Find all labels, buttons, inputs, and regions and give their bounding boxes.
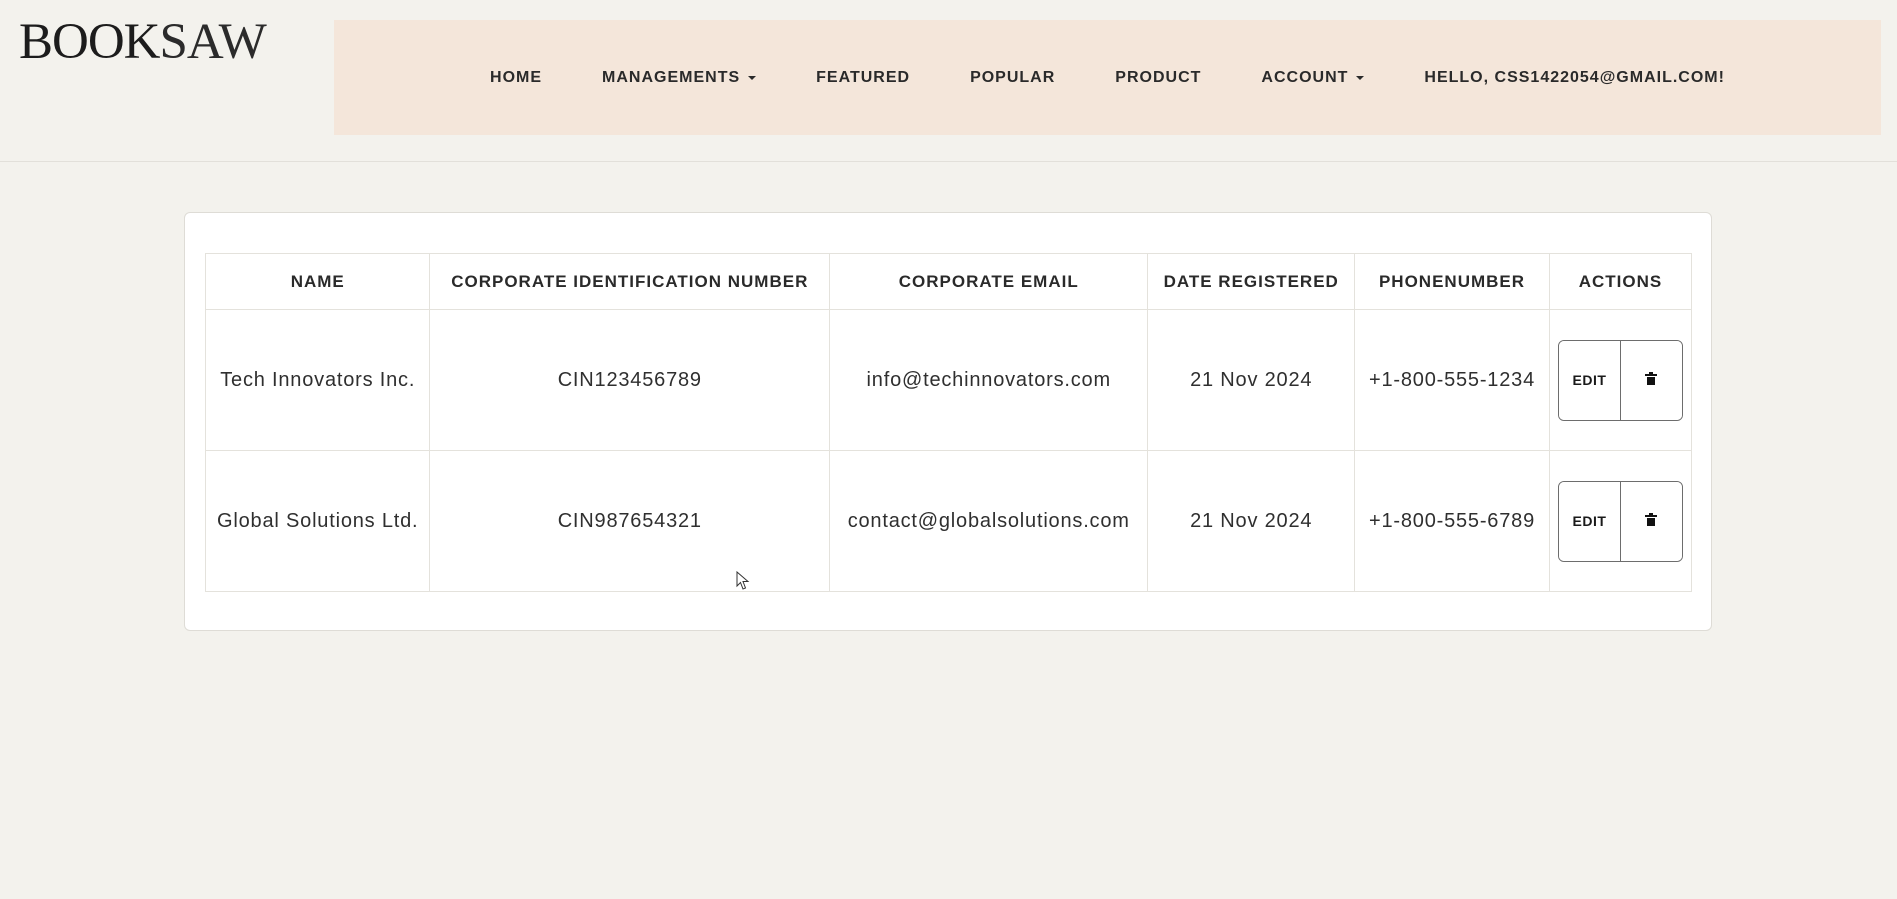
nav-item-product[interactable]: PRODUCT bbox=[1085, 69, 1231, 87]
edit-button[interactable]: EDIT bbox=[1558, 481, 1621, 561]
cell-actions: EDIT bbox=[1548, 309, 1693, 451]
nav-item-label: ACCOUNT bbox=[1261, 68, 1349, 86]
nav-item-popular[interactable]: POPULAR bbox=[940, 69, 1085, 87]
table-body: Tech Innovators Inc. CIN123456789 info@t… bbox=[204, 309, 1693, 592]
main-navbar: HOME MANAGEMENTS FEATURED POPULAR PRODUC… bbox=[334, 20, 1881, 135]
nav-item-label: FEATURED bbox=[816, 68, 911, 86]
table-header-row: NAME CORPORATE IDENTIFICATION NUMBER COR… bbox=[204, 253, 1693, 310]
nav-item-label: PRODUCT bbox=[1115, 68, 1202, 86]
header-phone-number: PHONENUMBER bbox=[1354, 253, 1550, 310]
row-action-buttons: EDIT bbox=[1557, 339, 1683, 421]
nav-item-account[interactable]: ACCOUNT bbox=[1231, 69, 1394, 87]
cell-name: Tech Innovators Inc. bbox=[204, 309, 431, 451]
corporate-table: NAME CORPORATE IDENTIFICATION NUMBER COR… bbox=[204, 253, 1693, 592]
caret-down-icon bbox=[748, 75, 757, 80]
booksaw-logo[interactable]: BOOKSAW bbox=[19, 14, 267, 70]
cell-name: Global Solutions Ltd. bbox=[204, 450, 431, 592]
row-action-buttons: EDIT bbox=[1557, 480, 1683, 562]
header-email: CORPORATE EMAIL bbox=[829, 253, 1149, 310]
header-name: NAME bbox=[204, 253, 431, 310]
edit-button[interactable]: EDIT bbox=[1558, 340, 1621, 420]
table-header: NAME CORPORATE IDENTIFICATION NUMBER COR… bbox=[204, 253, 1693, 310]
trash-icon bbox=[1645, 513, 1658, 526]
mouse-pointer-svg bbox=[736, 570, 750, 590]
cell-phone: +1-800-555-1234 bbox=[1354, 309, 1550, 451]
cell-cin: CIN123456789 bbox=[429, 309, 831, 451]
caret-down-icon bbox=[1356, 75, 1365, 80]
trash-icon bbox=[1645, 372, 1658, 385]
table-row: Tech Innovators Inc. CIN123456789 info@t… bbox=[204, 309, 1693, 451]
header-date-registered: DATE REGISTERED bbox=[1147, 253, 1356, 310]
delete-button[interactable] bbox=[1620, 340, 1682, 420]
header-actions: ACTIONS bbox=[1548, 253, 1693, 310]
nav-item-managements[interactable]: MANAGEMENTS bbox=[572, 69, 786, 87]
cell-email: info@techinnovators.com bbox=[829, 309, 1149, 451]
cell-date: 21 Nov 2024 bbox=[1147, 309, 1356, 451]
nav-item-label: POPULAR bbox=[970, 68, 1056, 86]
nav-item-featured[interactable]: FEATURED bbox=[786, 69, 940, 87]
corporate-table-card: NAME CORPORATE IDENTIFICATION NUMBER COR… bbox=[184, 212, 1712, 631]
logo-text-book: BOOK bbox=[19, 14, 161, 70]
nav-item-label: HELLO, CSS1422054@GMAIL.COM! bbox=[1424, 68, 1725, 86]
cell-email: contact@globalsolutions.com bbox=[829, 450, 1149, 592]
nav-item-home[interactable]: HOME bbox=[460, 69, 572, 87]
nav-item-label: HOME bbox=[490, 68, 543, 86]
nav-items: HOME MANAGEMENTS FEATURED POPULAR PRODUC… bbox=[334, 20, 1881, 135]
cell-phone: +1-800-555-6789 bbox=[1354, 450, 1550, 592]
cell-actions: EDIT bbox=[1548, 450, 1693, 592]
table-row: Global Solutions Ltd. CIN987654321 conta… bbox=[204, 450, 1693, 592]
logo-text-saw: SAW bbox=[159, 14, 267, 70]
nav-item-label: MANAGEMENTS bbox=[602, 68, 741, 86]
header-cin: CORPORATE IDENTIFICATION NUMBER bbox=[429, 253, 831, 310]
site-header: BOOKSAW HOME MANAGEMENTS FEATURED POPULA… bbox=[0, 0, 1897, 162]
cell-cin: CIN987654321 bbox=[429, 450, 831, 592]
nav-item-user-greeting[interactable]: HELLO, CSS1422054@GMAIL.COM! bbox=[1394, 69, 1755, 87]
cell-date: 21 Nov 2024 bbox=[1147, 450, 1356, 592]
delete-button[interactable] bbox=[1620, 481, 1682, 561]
